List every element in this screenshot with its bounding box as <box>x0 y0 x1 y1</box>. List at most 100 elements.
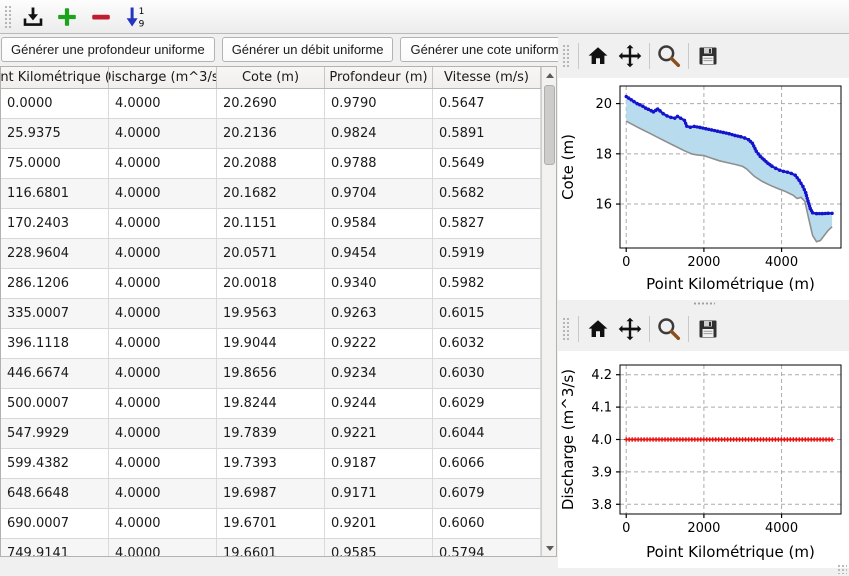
table-cell[interactable]: 0.6060 <box>433 509 541 539</box>
table-cell[interactable]: 446.6674 <box>1 359 109 389</box>
table-cell[interactable]: 19.6987 <box>217 479 325 509</box>
table-cell[interactable]: 396.1118 <box>1 329 109 359</box>
table-cell[interactable]: 0.6030 <box>433 359 541 389</box>
column-header-profondeur[interactable]: Profondeur (m) <box>325 67 433 88</box>
table-cell[interactable]: 599.4382 <box>1 449 109 479</box>
table-row[interactable]: 446.66744.000019.86560.92340.6030 <box>1 359 541 389</box>
scroll-down-arrow[interactable] <box>542 540 557 556</box>
generate-uniform-depth-button[interactable]: Générer une profondeur uniforme <box>1 37 215 62</box>
table-cell[interactable]: 19.6601 <box>217 539 325 557</box>
table-row[interactable]: 749.91414.000019.66010.95850.5794 <box>1 539 541 557</box>
column-header-cote[interactable]: Cote (m) <box>217 67 325 88</box>
table-cell[interactable]: 4.0000 <box>109 149 217 179</box>
table-row[interactable]: 75.00004.000020.20880.97880.5649 <box>1 149 541 179</box>
table-row[interactable]: 396.11184.000019.90440.92220.6032 <box>1 329 541 359</box>
table-cell[interactable]: 0.9824 <box>325 119 433 149</box>
table-cell[interactable]: 749.9141 <box>1 539 109 557</box>
table-cell[interactable]: 0.5649 <box>433 149 541 179</box>
scroll-up-arrow[interactable] <box>542 67 557 83</box>
table-cell[interactable]: 0.6044 <box>433 419 541 449</box>
cote-chart[interactable]: 020004000161820Point Kilométrique (m)Cot… <box>558 78 849 300</box>
table-row[interactable]: 648.66484.000019.69870.91710.6079 <box>1 479 541 509</box>
table-cell[interactable]: 4.0000 <box>109 539 217 557</box>
column-header-pk[interactable]: Point Kilométrique (m) <box>1 67 109 88</box>
table-cell[interactable]: 4.0000 <box>109 389 217 419</box>
table-cell[interactable]: 0.5682 <box>433 179 541 209</box>
table-cell[interactable]: 0.5982 <box>433 269 541 299</box>
table-cell[interactable]: 75.0000 <box>1 149 109 179</box>
table-cell[interactable]: 20.2690 <box>217 89 325 119</box>
table-cell[interactable]: 20.0018 <box>217 269 325 299</box>
table-cell[interactable]: 20.2088 <box>217 149 325 179</box>
table-cell[interactable]: 335.0007 <box>1 299 109 329</box>
table-cell[interactable]: 0.9263 <box>325 299 433 329</box>
table-cell[interactable]: 0.9234 <box>325 359 433 389</box>
save-figure-button[interactable] <box>692 40 724 72</box>
pan-button[interactable] <box>614 40 646 72</box>
table-cell[interactable]: 0.6066 <box>433 449 541 479</box>
table-cell[interactable]: 0.5647 <box>433 89 541 119</box>
table-cell[interactable]: 4.0000 <box>109 479 217 509</box>
table-cell[interactable]: 0.9704 <box>325 179 433 209</box>
table-cell[interactable]: 286.1206 <box>1 269 109 299</box>
window-resize-grip[interactable] <box>837 564 847 574</box>
table-row[interactable]: 500.00074.000019.82440.92440.6029 <box>1 389 541 419</box>
table-cell[interactable]: 0.9171 <box>325 479 433 509</box>
home-view-button[interactable] <box>582 40 614 72</box>
import-data-button[interactable] <box>17 2 49 32</box>
table-vertical-scrollbar[interactable] <box>541 67 556 556</box>
zoom-rect-button[interactable] <box>653 40 685 72</box>
table-cell[interactable]: 4.0000 <box>109 119 217 149</box>
table-cell[interactable]: 228.9604 <box>1 239 109 269</box>
table-row[interactable]: 25.93754.000020.21360.98240.5891 <box>1 119 541 149</box>
table-cell[interactable]: 0.9187 <box>325 449 433 479</box>
table-cell[interactable]: 20.1682 <box>217 179 325 209</box>
table-cell[interactable]: 0.6079 <box>433 479 541 509</box>
table-cell[interactable]: 4.0000 <box>109 209 217 239</box>
table-cell[interactable]: 4.0000 <box>109 329 217 359</box>
toolbar-drag-handle[interactable] <box>4 5 11 29</box>
table-cell[interactable]: 0.0000 <box>1 89 109 119</box>
table-cell[interactable]: 20.0571 <box>217 239 325 269</box>
table-cell[interactable]: 0.9201 <box>325 509 433 539</box>
generate-uniform-cote-button[interactable]: Générer une cote uniforme <box>400 37 575 62</box>
table-cell[interactable]: 0.9788 <box>325 149 433 179</box>
table-cell[interactable]: 4.0000 <box>109 419 217 449</box>
table-cell[interactable]: 116.6801 <box>1 179 109 209</box>
table-row[interactable]: 547.99294.000019.78390.92210.6044 <box>1 419 541 449</box>
table-row[interactable]: 599.43824.000019.73930.91870.6066 <box>1 449 541 479</box>
column-header-vitesse[interactable]: Vitesse (m/s) <box>433 67 541 88</box>
table-cell[interactable]: 19.7393 <box>217 449 325 479</box>
table-cell[interactable]: 4.0000 <box>109 449 217 479</box>
table-cell[interactable]: 4.0000 <box>109 509 217 539</box>
discharge-chart-canvas[interactable]: 0200040003.83.94.04.14.2Point Kilométriq… <box>558 351 849 564</box>
zoom-rect-button[interactable] <box>653 313 685 345</box>
table-row[interactable]: 0.00004.000020.26900.97900.5647 <box>1 89 541 119</box>
table-cell[interactable]: 4.0000 <box>109 269 217 299</box>
table-cell[interactable]: 19.6701 <box>217 509 325 539</box>
table-cell[interactable]: 0.6015 <box>433 299 541 329</box>
table-cell[interactable]: 0.5827 <box>433 209 541 239</box>
table-cell[interactable]: 19.9563 <box>217 299 325 329</box>
table-cell[interactable]: 648.6648 <box>1 479 109 509</box>
table-cell[interactable]: 170.2403 <box>1 209 109 239</box>
add-row-button[interactable] <box>51 2 83 32</box>
table-cell[interactable]: 0.5891 <box>433 119 541 149</box>
table-cell[interactable]: 4.0000 <box>109 89 217 119</box>
table-cell[interactable]: 0.9584 <box>325 209 433 239</box>
table-cell[interactable]: 19.9044 <box>217 329 325 359</box>
table-row[interactable]: 335.00074.000019.95630.92630.6015 <box>1 299 541 329</box>
table-cell[interactable]: 19.8244 <box>217 389 325 419</box>
table-cell[interactable]: 690.0007 <box>1 509 109 539</box>
table-cell[interactable]: 4.0000 <box>109 179 217 209</box>
table-row[interactable]: 116.68014.000020.16820.97040.5682 <box>1 179 541 209</box>
panel-splitter[interactable] <box>558 300 849 307</box>
table-cell[interactable]: 500.0007 <box>1 389 109 419</box>
table-cell[interactable]: 0.6029 <box>433 389 541 419</box>
save-figure-button[interactable] <box>692 313 724 345</box>
table-cell[interactable]: 20.1151 <box>217 209 325 239</box>
table-cell[interactable]: 0.5794 <box>433 539 541 557</box>
table-row[interactable]: 228.96044.000020.05710.94540.5919 <box>1 239 541 269</box>
table-cell[interactable]: 4.0000 <box>109 359 217 389</box>
table-cell[interactable]: 20.2136 <box>217 119 325 149</box>
